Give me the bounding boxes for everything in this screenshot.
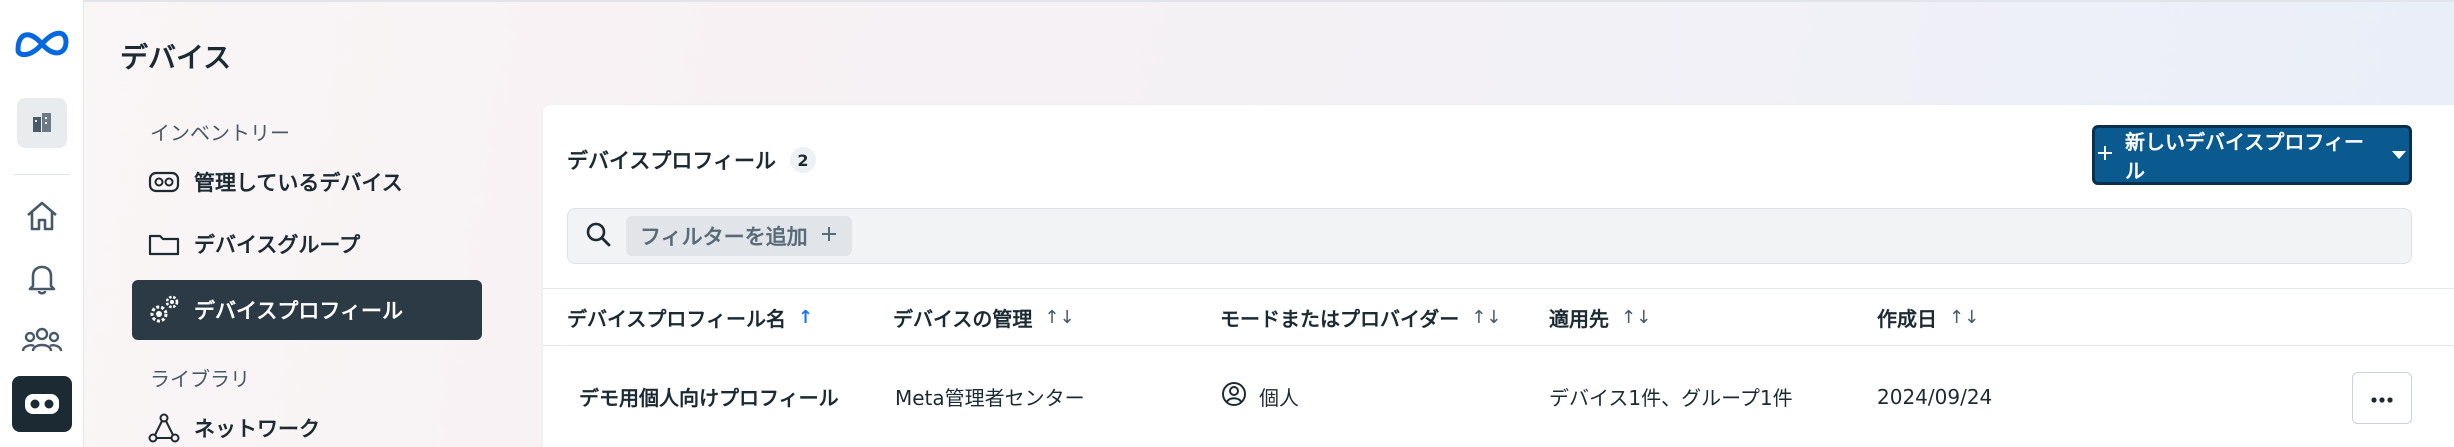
meta-logo-icon[interactable] bbox=[12, 22, 72, 62]
sidebar-item-label: デバイスプロフィール bbox=[194, 299, 403, 323]
column-label: モードまたはプロバイダー bbox=[1220, 306, 1460, 331]
row-more-options-button[interactable] bbox=[2352, 372, 2412, 424]
top-border bbox=[0, 0, 2454, 2]
folder-icon bbox=[146, 226, 182, 262]
new-device-profile-button[interactable]: 新しいデバイスプロフィール bbox=[2092, 125, 2412, 185]
sort-ascending-icon: ↑ bbox=[798, 306, 814, 328]
filter-search-bar[interactable]: フィルターを追加 bbox=[567, 208, 2412, 264]
sidebar-item-label: ネットワーク bbox=[194, 417, 320, 441]
sort-icon: ↑↓ bbox=[1471, 306, 1502, 328]
person-icon bbox=[1221, 381, 1247, 412]
plus-icon bbox=[820, 224, 838, 248]
column-header-created[interactable]: 作成日 ↑↓ bbox=[1877, 289, 1979, 345]
column-header-name[interactable]: デバイスプロフィール名 ↑ bbox=[567, 289, 813, 345]
column-header-mode[interactable]: モードまたはプロバイダー ↑↓ bbox=[1220, 289, 1501, 345]
sort-icon: ↑↓ bbox=[1044, 306, 1075, 328]
new-device-profile-label: 新しいデバイスプロフィール bbox=[2125, 130, 2364, 183]
sidebar-item-network[interactable]: ネットワーク bbox=[132, 398, 482, 447]
app-rail bbox=[0, 0, 84, 447]
cell-mode: 個人 bbox=[1221, 346, 1299, 447]
sidebar-item-label: 管理しているデバイス bbox=[194, 171, 403, 195]
count-badge: 2 bbox=[789, 147, 816, 173]
cell-applied-to: デバイス1件、グループ1件 bbox=[1549, 386, 1793, 410]
column-label: 作成日 bbox=[1877, 306, 1937, 331]
cell-profile-name[interactable]: デモ用個人向けプロフィール bbox=[579, 346, 839, 447]
sidebar-item-device-profiles[interactable]: デバイスプロフィール bbox=[132, 280, 482, 340]
people-icon[interactable] bbox=[12, 312, 72, 368]
network-icon bbox=[146, 410, 182, 446]
add-filter-button[interactable]: フィルターを追加 bbox=[626, 216, 852, 256]
sidebar-item-device-groups[interactable]: デバイスグループ bbox=[132, 214, 482, 274]
page-title: デバイス bbox=[120, 41, 232, 74]
column-label: デバイスプロフィール名 bbox=[567, 306, 786, 331]
rail-divider bbox=[14, 174, 70, 175]
column-header-applied-to[interactable]: 適用先 ↑↓ bbox=[1549, 289, 1651, 345]
device-profiles-card: デバイスプロフィール 2 新しいデバイスプロフィール フィルターを追加 デバイス… bbox=[543, 105, 2454, 447]
organization-icon[interactable] bbox=[17, 98, 67, 148]
home-icon[interactable] bbox=[12, 188, 72, 244]
headset-icon[interactable] bbox=[12, 376, 72, 432]
nav-section-library: ライブラリ bbox=[150, 367, 250, 391]
sidebar-item-label: デバイスグループ bbox=[194, 233, 361, 257]
column-label: 適用先 bbox=[1549, 306, 1609, 331]
cell-management: Meta管理者センター bbox=[895, 386, 1085, 410]
sort-icon: ↑↓ bbox=[1949, 306, 1980, 328]
table-header: デバイスプロフィール名 ↑ デバイスの管理 ↑↓ モードまたはプロバイダー ↑↓… bbox=[543, 288, 2454, 346]
mode-label: 個人 bbox=[1259, 386, 1299, 410]
bell-icon[interactable] bbox=[12, 250, 72, 306]
cell-created-date: 2024/09/24 bbox=[1877, 384, 1993, 409]
column-header-management[interactable]: デバイスの管理 ↑↓ bbox=[893, 289, 1075, 345]
card-title-text: デバイスプロフィール bbox=[567, 149, 776, 173]
sidebar-item-managed-devices[interactable]: 管理しているデバイス bbox=[132, 152, 482, 212]
headset-icon bbox=[146, 164, 182, 200]
plus-icon bbox=[2095, 143, 2115, 168]
add-filter-label: フィルターを追加 bbox=[640, 225, 808, 249]
card-title: デバイスプロフィール 2 bbox=[567, 145, 816, 175]
gears-icon bbox=[146, 292, 182, 328]
column-label: デバイスの管理 bbox=[893, 306, 1033, 331]
search-icon bbox=[584, 220, 612, 252]
more-horizontal-icon bbox=[2370, 389, 2394, 408]
nav-section-inventory: インベントリー bbox=[150, 121, 290, 145]
caret-down-icon bbox=[2389, 143, 2409, 167]
table-row[interactable]: デモ用個人向けプロフィール Meta管理者センター 個人 デバイス1件、グループ… bbox=[543, 346, 2454, 447]
sort-icon: ↑↓ bbox=[1621, 306, 1652, 328]
